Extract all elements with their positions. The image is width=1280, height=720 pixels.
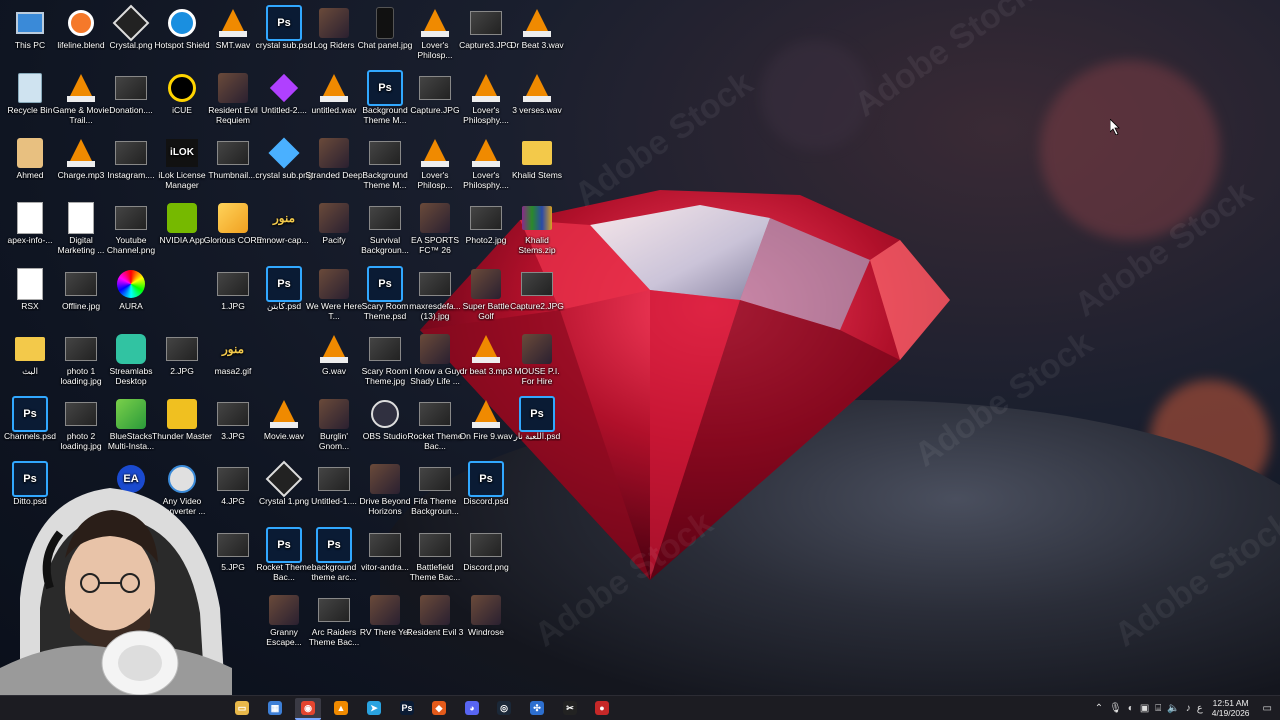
desktop-icon-label: Windrose bbox=[468, 627, 504, 637]
thumb-icon bbox=[456, 528, 516, 562]
desktop-icon-label: Khalid Stems.zip bbox=[518, 235, 556, 255]
desktop-icon[interactable]: AURA bbox=[101, 267, 161, 331]
taskbar-recorder-button[interactable]: ● bbox=[589, 698, 615, 718]
taskbar-vlc-button[interactable]: ▲ bbox=[328, 698, 354, 718]
arabic-icon: منور bbox=[221, 342, 245, 356]
desktop-icon-label: Capture2.JPG bbox=[510, 301, 564, 311]
taskbar-app-window-button[interactable]: ▦ bbox=[262, 698, 288, 718]
desktop-icon-label: Discord.png bbox=[463, 562, 509, 572]
taskbar-shield-button[interactable]: ◆ bbox=[426, 698, 452, 718]
file-explorer-icon: ▭ bbox=[235, 701, 249, 715]
steam-icon: ◎ bbox=[497, 701, 511, 715]
webcam-person bbox=[0, 488, 232, 696]
desktop-icon[interactable]: Discord.png bbox=[456, 528, 516, 592]
taskbar-photoshop-button[interactable]: Ps bbox=[394, 698, 420, 718]
microphone-icon[interactable]: 🎙 bbox=[1109, 703, 1122, 714]
recorder-icon: ● bbox=[595, 701, 609, 715]
desktop-icon-label: MOUSE P.I. For Hire bbox=[514, 366, 560, 386]
desktop-icon-label: AURA bbox=[119, 301, 143, 311]
chrome-icon: ◉ bbox=[301, 701, 315, 715]
discord-icon: ◕ bbox=[465, 701, 479, 715]
taskbar-chrome-button[interactable]: ◉ bbox=[295, 698, 321, 720]
desktop-icon[interactable]: Dr Beat 3.wav bbox=[507, 6, 567, 70]
desktop-icon[interactable]: 3 verses.wav bbox=[507, 71, 567, 135]
desktop-icon-label: Khalid Stems bbox=[511, 170, 563, 180]
folder-icon bbox=[507, 136, 567, 170]
desktop-icon[interactable]: Windrose bbox=[456, 593, 516, 657]
monitor-icon[interactable]: ▣ bbox=[1140, 703, 1149, 714]
clock-time: 12:51 AM bbox=[1212, 698, 1249, 708]
zip-icon bbox=[507, 201, 567, 235]
shield-icon: ◆ bbox=[432, 701, 446, 715]
desktop-icon-label: Dr Beat 3.wav bbox=[510, 40, 564, 50]
desktop-icon[interactable]: Khalid Stems bbox=[507, 136, 567, 200]
desktop-icon-label: masa2.gif bbox=[214, 366, 252, 376]
vlc-icon bbox=[507, 71, 567, 105]
chevron-up-icon[interactable]: ⌃ bbox=[1095, 703, 1103, 714]
network-icon[interactable]: ⌸ bbox=[1155, 703, 1161, 714]
clock[interactable]: 12:51 AM 4/19/2026 bbox=[1212, 698, 1250, 718]
app-window-icon: ▦ bbox=[268, 701, 282, 715]
desktop-icon[interactable]: Capture2.JPG bbox=[507, 267, 567, 331]
language-indicator[interactable]: ع bbox=[1197, 703, 1203, 714]
taskbar-discord-button[interactable]: ◕ bbox=[459, 698, 485, 718]
aura-icon bbox=[101, 267, 161, 301]
webcam-overlay bbox=[0, 478, 232, 696]
capcut-icon: ✂ bbox=[563, 701, 577, 715]
desktop-icon[interactable]: Khalid Stems.zip bbox=[507, 201, 567, 265]
game-icon bbox=[507, 332, 567, 366]
desktop-icon[interactable]: Ps Discord.psd bbox=[456, 461, 516, 526]
desktop-icon[interactable]: MOUSE P.I. For Hire bbox=[507, 332, 567, 396]
ps-icon: Ps bbox=[507, 396, 567, 432]
desktop-icon-label: اللعبة نار.psd bbox=[513, 431, 561, 441]
network-app-icon: ✣ bbox=[530, 701, 544, 715]
mouse-pointer bbox=[1109, 118, 1122, 140]
taskbar-capcut-button[interactable]: ✂ bbox=[557, 698, 583, 718]
desktop-icon-label: 3 verses.wav bbox=[512, 105, 562, 115]
system-tray: ⌃ 🎙 ◐ ▣ ⌸ 🔈 ♪ ع 12:51 AM 4/19/2026 ▭ bbox=[1092, 696, 1280, 720]
taskbar: ▭ ▦ ◉ ▲ ➤ Ps ◆ ◕ ◎ ✣ ✂ ● ⌃ 🎙 ◐ ▣ ⌸ 🔈 ♪ ع 12:51 AM 4… bbox=[0, 695, 1280, 720]
speaker-icon[interactable]: ♪ bbox=[1186, 703, 1191, 714]
taskbar-file-explorer-button[interactable]: ▭ bbox=[229, 698, 255, 718]
notifications-icon[interactable]: ▭ bbox=[1263, 703, 1272, 714]
game-icon bbox=[456, 593, 516, 627]
ps-icon: Ps bbox=[456, 461, 516, 497]
taskbar-network-app-button[interactable]: ✣ bbox=[524, 698, 550, 718]
desktop-icon[interactable]: Ps اللعبة نار.psd bbox=[507, 396, 567, 461]
photoshop-icon: Ps bbox=[400, 701, 414, 715]
volume-icon[interactable]: 🔈 bbox=[1167, 703, 1179, 714]
headset-icon[interactable]: ◐ bbox=[1128, 703, 1134, 714]
taskbar-steam-button[interactable]: ◎ bbox=[491, 698, 517, 718]
taskbar-telegram-button[interactable]: ➤ bbox=[361, 698, 387, 718]
vlc-icon bbox=[507, 6, 567, 40]
telegram-icon: ➤ bbox=[367, 701, 381, 715]
vlc-icon: ▲ bbox=[334, 701, 348, 715]
clock-date: 4/19/2026 bbox=[1211, 708, 1250, 718]
desktop-icon[interactable]: منور masa2.gif bbox=[203, 332, 263, 396]
desktop-icon-label: Discord.psd bbox=[463, 496, 509, 506]
thumb-icon bbox=[507, 267, 567, 301]
